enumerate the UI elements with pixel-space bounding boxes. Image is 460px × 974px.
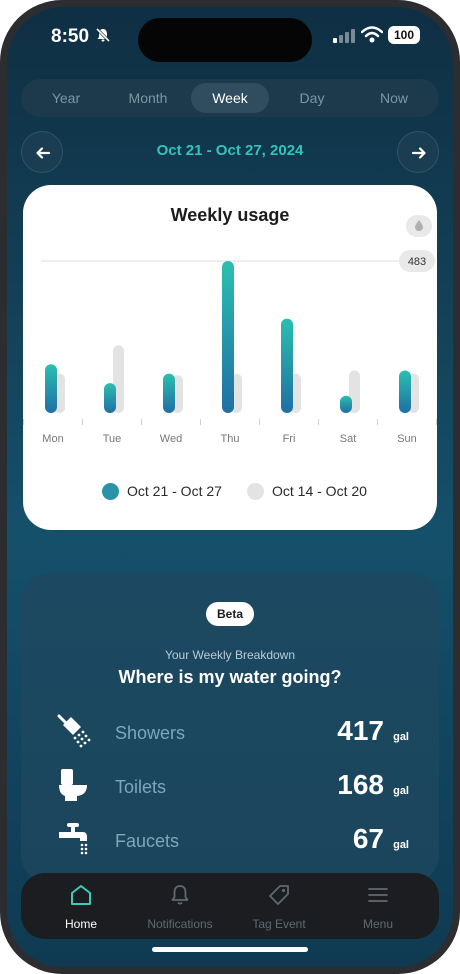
breakdown-unit-toilets: gal	[393, 785, 409, 797]
faucet-icon	[55, 821, 95, 862]
breakdown-row-faucets[interactable]: Faucets 67 gal	[21, 821, 439, 861]
phone-frame: 8:50 100 Year Month Week Day Now Oct 21	[0, 0, 460, 974]
breakdown-label-toilets: Toilets	[115, 777, 167, 797]
segment-now[interactable]: Now	[355, 83, 433, 113]
weekly-usage-chart: 483 Mon Tue Wed Thu Fri Sat Sun	[23, 250, 437, 445]
tab-menu-label: Menu	[362, 917, 394, 931]
tab-tag-event-label: Tag Event	[252, 917, 306, 931]
app-screen: 8:50 100 Year Month Week Day Now Oct 21	[7, 7, 453, 967]
silent-bell-icon	[95, 27, 111, 48]
bar-current-fri	[281, 318, 293, 413]
toilet-icon	[55, 767, 95, 808]
breakdown-title: Where is my water going?	[118, 667, 342, 687]
weekly-usage-card: Weekly usage 483 Mon Tue Wed Thu Fri Sat Sun Oc…	[23, 185, 437, 530]
breakdown-row-toilets[interactable]: Toilets 168 gal	[21, 767, 439, 807]
tab-notifications-label: Notifications	[147, 917, 213, 931]
battery-indicator: 100	[388, 26, 420, 44]
breakdown-subtitle: Your Weekly Breakdown	[164, 648, 296, 662]
breakdown-unit-faucets: gal	[393, 839, 409, 851]
legend-dot-previous	[247, 483, 264, 500]
tag-icon	[269, 885, 289, 905]
x-axis-label-mon: Mon	[42, 433, 63, 445]
date-range-label: Oct 21 - Oct 27, 2024	[156, 142, 304, 159]
period-segmented-control: Year Month Week Day Now	[21, 79, 439, 117]
bottom-tab-bar: Home Notifications Tag Event Menu	[21, 873, 439, 939]
menu-icon	[368, 888, 388, 902]
bar-current-wed	[163, 373, 175, 413]
bar-current-thu	[222, 261, 234, 413]
segment-year[interactable]: Year	[27, 83, 105, 113]
tab-notifications[interactable]: Notifications	[130, 873, 230, 939]
segment-day[interactable]: Day	[273, 83, 351, 113]
tab-home-label: Home	[64, 917, 97, 931]
dynamic-island	[138, 18, 312, 62]
x-axis-label-sun: Sun	[397, 433, 417, 445]
legend-dot-current	[102, 483, 119, 500]
bar-current-sat	[340, 395, 352, 413]
home-icon	[71, 885, 91, 905]
weekly-breakdown-card: Beta Your Weekly Breakdown Where is my w…	[21, 573, 439, 883]
breakdown-label-showers: Showers	[115, 723, 186, 743]
bar-current-mon	[45, 364, 57, 413]
breakdown-value-showers: 417	[337, 715, 384, 746]
shower-icon	[55, 713, 95, 754]
cellular-signal-icon	[333, 29, 355, 48]
segment-month[interactable]: Month	[109, 83, 187, 113]
status-bar: 8:50 100	[7, 7, 453, 63]
legend-label-current: Oct 21 - Oct 27	[127, 483, 222, 499]
wifi-icon	[360, 26, 384, 49]
x-axis-label-wed: Wed	[160, 433, 182, 445]
beta-badge: Beta	[206, 602, 254, 626]
home-indicator	[152, 947, 308, 952]
previous-week-button[interactable]	[21, 131, 63, 173]
breakdown-unit-showers: gal	[393, 731, 409, 743]
bar-current-sun	[399, 370, 411, 413]
tab-home[interactable]: Home	[31, 873, 131, 939]
segment-week[interactable]: Week	[191, 83, 269, 113]
status-time: 8:50	[51, 26, 90, 47]
breakdown-label-faucets: Faucets	[115, 831, 180, 851]
arrow-right-icon	[411, 147, 426, 159]
reference-value-label: 483	[408, 256, 426, 268]
legend-label-previous: Oct 14 - Oct 20	[272, 483, 367, 499]
bell-icon	[171, 885, 189, 905]
x-axis-label-sat: Sat	[340, 433, 357, 445]
x-axis-label-fri: Fri	[283, 433, 296, 445]
bar-current-tue	[104, 383, 116, 413]
tab-menu[interactable]: Menu	[328, 873, 428, 939]
x-axis-label-tue: Tue	[103, 433, 122, 445]
chart-legend: Oct 21 - Oct 27 Oct 14 - Oct 20	[23, 481, 437, 503]
breakdown-value-toilets: 168	[337, 769, 384, 800]
next-week-button[interactable]	[397, 131, 439, 173]
breakdown-value-faucets: 67	[352, 823, 384, 854]
x-axis-label-thu: Thu	[221, 433, 240, 445]
tab-tag-event[interactable]: Tag Event	[229, 873, 329, 939]
breakdown-row-showers[interactable]: Showers 417 gal	[21, 713, 439, 753]
arrow-left-icon	[36, 147, 51, 159]
